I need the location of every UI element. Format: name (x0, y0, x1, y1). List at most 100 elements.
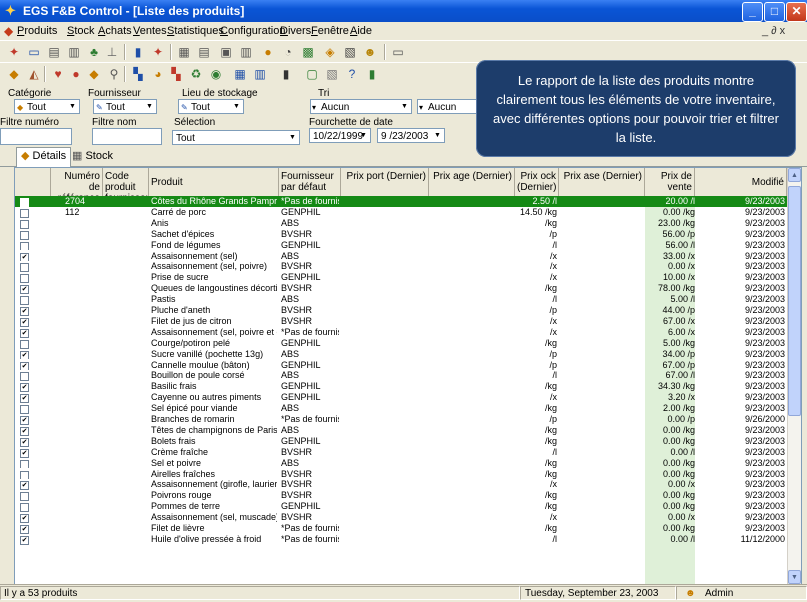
table-row[interactable]: ✔ Cannelle moulue (bâton) GENPHIL/p 67.00 /… (15, 360, 787, 371)
table-row[interactable]: Sachet d'épices BVSHR/p 56.00 /p 9/23/2003 (15, 229, 787, 240)
table-row[interactable]: Prise de sucre GENPHIL/x 10.00 /x 9/23/2003 (15, 272, 787, 284)
column-header-code[interactable]: Code produit fournisseur (103, 168, 149, 196)
row-checkbox[interactable] (20, 296, 29, 305)
help-icon[interactable]: ? (344, 66, 360, 82)
printer-icon[interactable]: ▧ (324, 66, 340, 82)
date-to-picker[interactable]: 9 /23/2003 ▼ (377, 128, 445, 143)
table-row[interactable]: Bouillon de poule corsé ABS/l 67.00 /l 9/23… (15, 370, 787, 382)
search-icon[interactable]: ⚲ (106, 66, 122, 82)
scroll-down-button[interactable]: ▼ (788, 570, 801, 584)
scroll-up-button[interactable]: ▲ (788, 168, 801, 182)
maximize-button[interactable]: □ (764, 2, 785, 22)
recycle-icon[interactable]: ♻ (188, 66, 204, 82)
row-checkbox[interactable] (20, 219, 29, 229)
tri-select-2[interactable]: ▾ Aucun (417, 99, 477, 114)
table-row[interactable]: Courge/potiron pelé GENPHIL/kg 5.00 /kg 9/2… (15, 338, 787, 349)
sales-icon[interactable]: ✦ (150, 44, 166, 60)
print-icon[interactable]: ▧ (342, 44, 358, 60)
row-checkbox[interactable] (20, 339, 29, 349)
table-row[interactable]: Poivrons rouge BVSHR/kg 0.00 /kg 9/23/2003 (15, 490, 787, 502)
scroll-thumb[interactable] (788, 186, 801, 416)
column-header-prix-port[interactable]: Prix port (Dernier) (341, 168, 429, 196)
menu-ventes[interactable]: Ventes (133, 25, 167, 37)
menu-configuration[interactable]: Configuration (220, 25, 285, 37)
row-checkbox[interactable]: ✔ (20, 535, 29, 545)
table-row[interactable]: ✔ Sucre vanillé (pochette 13g) ABS/p 34.00 … (15, 349, 787, 360)
table-row[interactable]: Airelles fraîches BVSHR/kg 0.00 /kg 9/23/20… (15, 469, 787, 480)
column-header-produit[interactable]: Produit (149, 168, 279, 196)
basket-icon[interactable]: ◭ (26, 66, 42, 82)
tools-icon[interactable]: ⊥ (104, 44, 120, 60)
date-from-picker[interactable]: 10/22/1999 ▼ (309, 128, 371, 143)
table-row[interactable]: Sel et poivre ABS/kg 0.00 /kg 9/23/2003 (15, 458, 787, 469)
row-checkbox[interactable] (20, 405, 29, 414)
column-header-fournisseur[interactable]: Fournisseur par défaut (279, 168, 341, 196)
fournisseur-select[interactable]: ✎ Tout ▼ (93, 99, 157, 114)
menu-produits[interactable]: Produits (17, 25, 57, 37)
row-checkbox[interactable] (20, 372, 29, 382)
mdi-controls[interactable]: _ ∂ x (762, 25, 785, 37)
column-header-ref[interactable]: Numéro de référence (51, 168, 103, 196)
minimize-button[interactable]: _ (742, 2, 763, 22)
book-icon[interactable]: ▥ (238, 44, 254, 60)
keyboard-icon[interactable]: ▭ (390, 44, 406, 60)
row-checkbox[interactable]: ✔ (20, 317, 29, 327)
column-header-modifie[interactable]: Modifié (695, 168, 787, 196)
table-icon[interactable]: ▦ (176, 44, 192, 60)
table-row[interactable]: ✔ Filet de jus de citron BVSHR/x 67.00 /x 9/… (15, 316, 787, 327)
purchase-icon[interactable]: ▮ (130, 44, 146, 60)
column-header-prix-age[interactable]: Prix age (Dernier) (429, 168, 515, 196)
report-icon[interactable]: ▥ (66, 44, 82, 60)
box-icon[interactable]: ● (260, 44, 276, 60)
tab-details[interactable]: ◆ Détails (16, 147, 72, 167)
menu-aide[interactable]: Aide (350, 25, 372, 37)
tab-stock[interactable]: ▦ Stock (68, 148, 117, 165)
row-checkbox[interactable] (20, 230, 29, 240)
categorie-select[interactable]: ◆ Tout ▼ (14, 99, 80, 114)
column-header-prix-vente[interactable]: Prix de vente (645, 168, 695, 196)
menu-statistiques[interactable]: Statistiques (167, 25, 224, 37)
table-row[interactable]: Pastis ABS/l 5.00 /l 9/23/2003 (15, 294, 787, 305)
selection-select[interactable]: Tout ▼ (172, 130, 300, 145)
basket-icon[interactable]: ◈ (322, 44, 338, 60)
products-icon[interactable]: ✦ (6, 44, 22, 60)
pie-icon[interactable]: ◕ (150, 66, 166, 82)
menu-stock[interactable]: Stock (67, 25, 95, 37)
table-row[interactable]: ✔ Assaisonnement (girofle, laurier) BVSHR /… (15, 479, 787, 491)
stock-icon[interactable]: ♣ (86, 44, 102, 60)
row-checkbox[interactable]: ✔ (20, 514, 29, 523)
row-checkbox[interactable] (20, 459, 29, 469)
row-checkbox[interactable]: ✔ (20, 525, 29, 534)
money-icon[interactable]: ▩ (300, 44, 316, 60)
table-row[interactable]: ✔ Pluche d'aneth BVSHR/p 44.00 /p 9/23/2003 (15, 305, 787, 316)
table-row[interactable]: 2704 Côtes du Rhône Grands Pampres *Pas de… (15, 196, 787, 207)
table-row[interactable]: ✔ Basilic frais GENPHIL/kg 34.30 /kg 9/23/20… (15, 381, 787, 393)
row-checkbox[interactable]: ✔ (20, 448, 29, 458)
row-checkbox[interactable] (20, 503, 29, 513)
refresh-icon[interactable]: ▢ (304, 66, 320, 82)
table-row[interactable]: ✔ Branches de romarin *Pas de fournis/p 0.0… (15, 414, 787, 425)
row-checkbox[interactable]: ✔ (20, 481, 29, 491)
calendar-icon[interactable]: ▣ (218, 44, 234, 60)
table-row[interactable]: ✔ Crème fraîche BVSHR/l 0.00 /l 9/23/2003 (15, 447, 787, 458)
table-row[interactable]: ✔ Cayenne ou autres piments GENPHIL/x 3.20 … (15, 392, 787, 404)
table-row[interactable]: ✔ Assaisonnement (sel, muscade) BVSHR/x 0.0… (15, 512, 787, 523)
tomato-icon[interactable]: ● (68, 66, 84, 82)
row-checkbox[interactable]: ✔ (20, 361, 29, 371)
menu-achats[interactable]: Achats (98, 25, 132, 37)
row-checkbox[interactable]: ✔ (20, 416, 29, 425)
menu-divers[interactable]: Divers (280, 25, 311, 37)
row-checkbox[interactable] (20, 470, 29, 480)
table-row[interactable]: 112 Carré de porc GENPHIL 14.50 /kg 0.00 /kg… (15, 207, 787, 218)
row-checkbox[interactable]: ✔ (20, 307, 29, 316)
table-row[interactable]: Pommes de terre GENPHIL/kg 0.00 /kg 9/23/20… (15, 501, 787, 513)
grid-icon[interactable]: ▦ (232, 66, 248, 82)
table-row[interactable]: ✔ Bolets frais GENPHIL/kg 0.00 /kg 9/23/2003 (15, 436, 787, 447)
numero-filter-input[interactable] (0, 128, 72, 145)
bread-icon[interactable]: ◆ (86, 66, 102, 82)
table-row[interactable]: Sel épicé pour viande ABS/kg 2.00 /kg 9/23/… (15, 403, 787, 414)
row-checkbox[interactable] (20, 241, 29, 251)
table-row[interactable]: ✔ Huile d'olive pressée à froid *Pas de fo… (15, 534, 787, 545)
row-checkbox[interactable]: ✔ (20, 285, 29, 295)
globe-icon[interactable]: ◉ (208, 66, 224, 82)
